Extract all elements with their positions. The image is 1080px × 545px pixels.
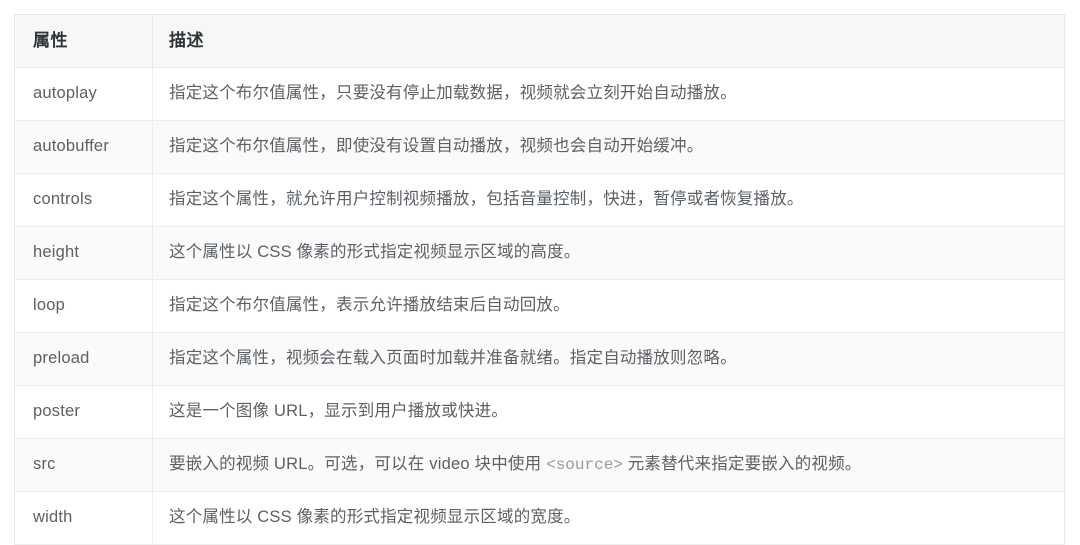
table-row: controls 指定这个属性，就允许用户控制视频播放，包括音量控制，快进，暂停… — [14, 173, 1065, 227]
table-row: preload 指定这个属性，视频会在载入页面时加载并准备就绪。指定自动播放则忽… — [14, 332, 1065, 386]
table-row: autoplay 指定这个布尔值属性，只要没有停止加载数据，视频就会立刻开始自动… — [14, 67, 1065, 122]
cell-attribute-name: height — [14, 226, 153, 280]
cell-attribute-description: 指定这个布尔值属性，表示允许播放结束后自动回放。 — [152, 279, 1065, 333]
cell-attribute-name: poster — [14, 385, 153, 439]
table-row: width 这个属性以 CSS 像素的形式指定视频显示区域的宽度。 — [14, 491, 1065, 545]
cell-attribute-description: 这个属性以 CSS 像素的形式指定视频显示区域的高度。 — [152, 226, 1065, 280]
table-row: src 要嵌入的视频 URL。可选，可以在 video 块中使用 <source… — [14, 438, 1065, 492]
cell-attribute-name: width — [14, 491, 153, 545]
column-header-description: 描述 — [152, 14, 1065, 69]
cell-attribute-description: 指定这个属性，就允许用户控制视频播放，包括音量控制，快进，暂停或者恢复播放。 — [152, 173, 1065, 227]
table-row: height 这个属性以 CSS 像素的形式指定视频显示区域的高度。 — [14, 226, 1065, 280]
cell-attribute-description: 指定这个布尔值属性，即使没有设置自动播放，视频也会自动开始缓冲。 — [152, 120, 1065, 174]
table-header: 属性 描述 — [14, 14, 1065, 69]
table-row: autobuffer 指定这个布尔值属性，即使没有设置自动播放，视频也会自动开始… — [14, 120, 1065, 174]
page-container: 属性 描述 autoplay 指定这个布尔值属性，只要没有停止加载数据，视频就会… — [0, 0, 1080, 545]
cell-attribute-description: 这是一个图像 URL，显示到用户播放或快进。 — [152, 385, 1065, 439]
cell-attribute-name: autoplay — [14, 67, 153, 122]
cell-attribute-description: 这个属性以 CSS 像素的形式指定视频显示区域的宽度。 — [152, 491, 1065, 545]
cell-attribute-description: 要嵌入的视频 URL。可选，可以在 video 块中使用 <source> 元素… — [152, 438, 1065, 492]
description-text-suffix: 元素替代来指定要嵌入的视频。 — [622, 454, 862, 473]
description-text-prefix: 要嵌入的视频 URL。可选，可以在 video 块中使用 — [169, 454, 547, 473]
video-attributes-table: 属性 描述 autoplay 指定这个布尔值属性，只要没有停止加载数据，视频就会… — [14, 14, 1065, 545]
table-body: autoplay 指定这个布尔值属性，只要没有停止加载数据，视频就会立刻开始自动… — [14, 67, 1065, 545]
cell-attribute-description: 指定这个布尔值属性，只要没有停止加载数据，视频就会立刻开始自动播放。 — [152, 67, 1065, 122]
source-element-code: <source> — [546, 455, 623, 474]
cell-attribute-name: controls — [14, 173, 153, 227]
cell-attribute-name: autobuffer — [14, 120, 153, 174]
column-header-attribute: 属性 — [14, 14, 153, 69]
cell-attribute-name: preload — [14, 332, 153, 386]
cell-attribute-name: loop — [14, 279, 153, 333]
table-row: poster 这是一个图像 URL，显示到用户播放或快进。 — [14, 385, 1065, 439]
table-header-row: 属性 描述 — [14, 14, 1065, 69]
cell-attribute-description: 指定这个属性，视频会在载入页面时加载并准备就绪。指定自动播放则忽略。 — [152, 332, 1065, 386]
cell-attribute-name: src — [14, 438, 153, 492]
table-row: loop 指定这个布尔值属性，表示允许播放结束后自动回放。 — [14, 279, 1065, 333]
